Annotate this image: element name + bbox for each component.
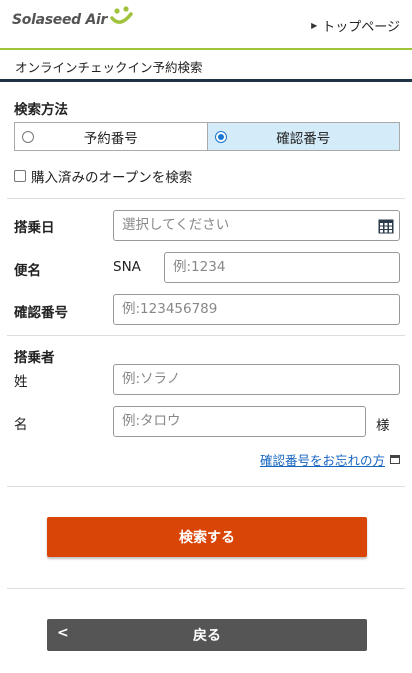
- confirmation-number-placeholder: 例:123456789: [122, 301, 218, 317]
- calendar-icon[interactable]: [378, 218, 394, 234]
- divider: [7, 198, 405, 199]
- confirmation-number-label: 確認番号: [14, 305, 68, 321]
- radio-confirmation-number[interactable]: [214, 131, 227, 143]
- logo-mark-icon: [110, 6, 133, 24]
- logo-text: Solaseed Air: [12, 12, 108, 28]
- forgot-confirmation-link-label: 確認番号をお忘れの方: [259, 453, 385, 468]
- search-method-label: 検索方法: [14, 102, 68, 118]
- new-window-icon: [390, 455, 400, 464]
- triangle-right-icon: ▶: [311, 21, 318, 30]
- open-ticket-checkbox[interactable]: [14, 170, 26, 182]
- header: Solaseed Air ▶ トップページ: [0, 0, 412, 50]
- option-confirmation-number[interactable]: 確認番号: [206, 123, 399, 150]
- divider: [7, 588, 405, 589]
- last-name-label: 姓: [14, 374, 28, 390]
- passenger-label: 搭乗者: [14, 350, 55, 366]
- top-page-link[interactable]: ▶ トップページ: [311, 16, 400, 35]
- radio-reservation-number[interactable]: [22, 131, 34, 143]
- flight-number-label: 便名: [14, 263, 41, 279]
- open-ticket-label: 購入済みのオープンを検索: [31, 170, 193, 186]
- divider: [7, 335, 405, 336]
- boarding-date-label: 搭乗日: [14, 220, 55, 236]
- divider: [7, 486, 405, 487]
- search-button[interactable]: 検索する: [47, 517, 367, 557]
- forgot-confirmation-link[interactable]: 確認番号をお忘れの方: [260, 450, 400, 469]
- solaseed-air-logo[interactable]: Solaseed Air: [12, 6, 134, 28]
- boarding-date-input[interactable]: 選択してください: [113, 210, 400, 241]
- first-name-placeholder: 例:タロウ: [122, 413, 181, 429]
- flight-prefix: SNA: [113, 259, 141, 275]
- option-reservation-number-label: 予約番号: [83, 130, 138, 147]
- option-confirmation-number-label: 確認番号: [276, 130, 331, 147]
- last-name-placeholder: 例:ソラノ: [122, 371, 181, 387]
- back-button-label: 戻る: [193, 628, 221, 644]
- last-name-input[interactable]: 例:ソラノ: [113, 364, 400, 395]
- top-page-link-label: トップページ: [322, 20, 400, 35]
- first-name-input[interactable]: 例:タロウ: [113, 406, 366, 437]
- flight-number-placeholder: 例:1234: [173, 259, 226, 275]
- back-button[interactable]: < 戻る: [47, 619, 367, 651]
- option-reservation-number[interactable]: 予約番号: [15, 123, 207, 150]
- chevron-left-icon: <: [57, 625, 69, 641]
- first-name-label: 名: [14, 417, 28, 433]
- open-ticket-checkbox-row[interactable]: 購入済みのオープンを検索: [14, 166, 192, 186]
- confirmation-number-input[interactable]: 例:123456789: [113, 294, 400, 325]
- boarding-date-placeholder: 選択してください: [122, 217, 230, 233]
- page-title: オンラインチェックイン予約検索: [0, 52, 412, 82]
- honorific-suffix: 様: [376, 418, 390, 434]
- search-method-toggle: 予約番号 確認番号: [14, 122, 400, 151]
- flight-number-input[interactable]: 例:1234: [164, 252, 400, 283]
